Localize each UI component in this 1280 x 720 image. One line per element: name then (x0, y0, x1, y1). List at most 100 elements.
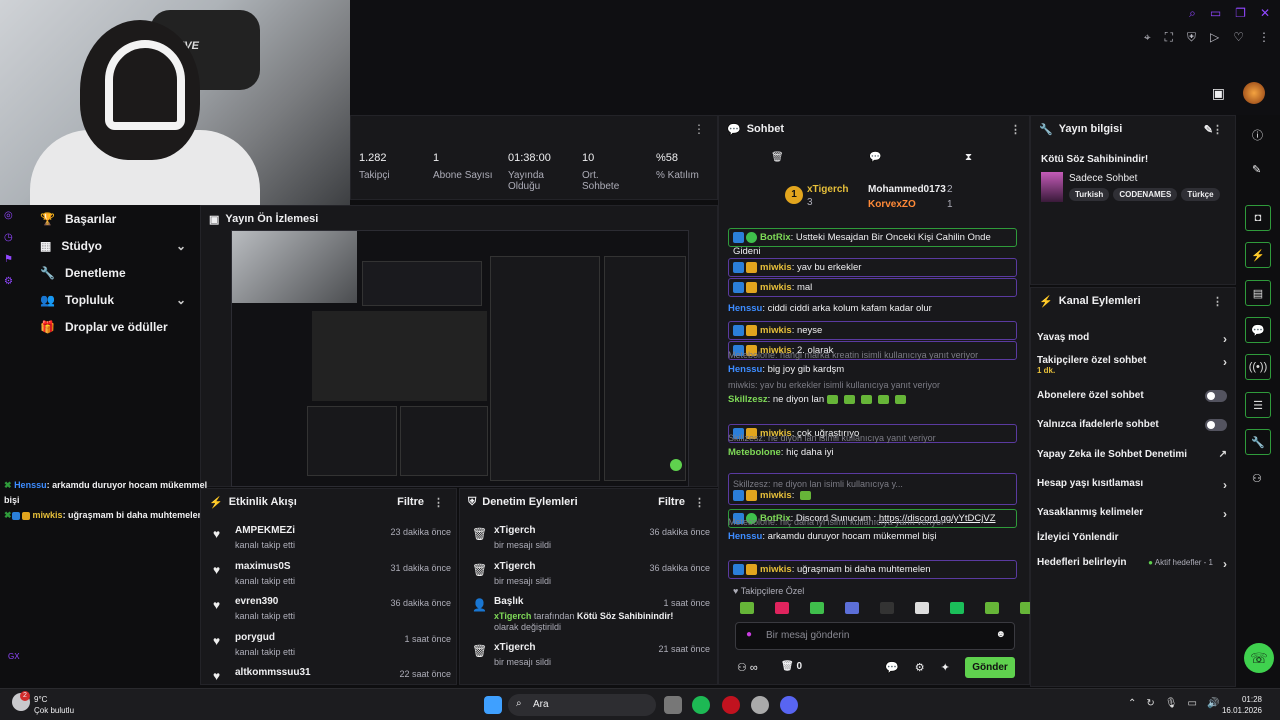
tag[interactable]: CODENAMES (1113, 188, 1178, 201)
category-name[interactable]: Sadece Sohbet (1069, 173, 1137, 184)
feed-user[interactable]: altkommssuu31 (235, 667, 311, 678)
mod-more-icon[interactable]: ⋮ (694, 496, 705, 509)
taskview-icon[interactable] (664, 696, 682, 714)
chat-message[interactable]: Henssu: big joy gib kardşm (728, 363, 1017, 377)
clock[interactable]: 01:28 16.01.2026 (1222, 694, 1262, 716)
leader-first-name[interactable]: xTigerch (807, 184, 849, 195)
restore-icon[interactable]: ❐ (1235, 6, 1246, 20)
search-icon[interactable]: ⌕ (1189, 6, 1196, 20)
chat-message[interactable]: miwkis: (728, 473, 1017, 505)
chat-username[interactable]: BotRix (760, 232, 791, 243)
chat-bubble-icon[interactable]: 💬 (869, 152, 881, 163)
tag[interactable]: Turkish (1069, 188, 1110, 201)
chat-message[interactable]: miwkis: uğraşmam bi daha muhtemelen (728, 560, 1017, 579)
tag[interactable]: Türkçe (1181, 188, 1220, 201)
emote-icon[interactable] (950, 602, 964, 614)
nav-moderation[interactable]: 🔧 Denetleme (28, 259, 200, 286)
points-display[interactable]: 🗑 0 (781, 661, 802, 672)
crop-icon[interactable]: ⛶ (1165, 30, 1173, 45)
chat-icon[interactable]: 💬 (1245, 317, 1271, 343)
actions-more-icon[interactable]: ⋮ (1212, 295, 1223, 308)
info-more-icon[interactable]: ⋮ (1212, 123, 1223, 136)
channel-action[interactable]: İzleyici Yönlendir (1037, 532, 1227, 543)
trash-icon[interactable]: 🗑 (771, 152, 784, 163)
feed-filter-button[interactable]: Filtre (397, 496, 424, 508)
emote-icon[interactable] (740, 602, 754, 614)
play-icon[interactable]: ▷ (1210, 30, 1219, 45)
stream-preview-image[interactable] (231, 230, 689, 487)
wrench-icon[interactable]: 🔧 (1245, 429, 1271, 455)
chat-username[interactable]: Henssu (728, 364, 762, 375)
feed-user[interactable]: AMPEKMEZi (235, 525, 295, 536)
channel-action[interactable]: Yasaklanmış kelimeler › (1037, 507, 1227, 521)
channel-action[interactable]: Yalnızca ifadelerle sohbet (1037, 419, 1227, 431)
feed-more-icon[interactable]: ⋮ (433, 496, 444, 509)
puzzle-icon[interactable]: ✦ (941, 661, 950, 674)
chat-username[interactable]: miwkis (760, 262, 792, 273)
opera-gx-icon[interactable] (722, 696, 740, 714)
display-icon[interactable]: ▭ (1187, 698, 1196, 709)
chat-message[interactable]: Skillzesz: ne diyon lan (728, 393, 1017, 407)
chat-message[interactable]: miwkis: mal (728, 278, 1017, 297)
mic-icon[interactable]: 🎙 (1165, 698, 1178, 709)
nav-achievements[interactable]: 🏆 Başarılar (28, 205, 200, 232)
taskbar-search[interactable]: ⌕ Ara (508, 694, 656, 716)
channel-action[interactable]: Abonelere özel sohbet (1037, 390, 1227, 402)
layout-icon[interactable]: ☰ (1245, 392, 1271, 418)
mod-filter-button[interactable]: Filtre (658, 496, 685, 508)
chat-username[interactable]: Henssu (728, 531, 762, 542)
nav-studio[interactable]: ▦ Stüdyo ⌄ (28, 232, 200, 259)
mod-user[interactable]: xTigerch (494, 642, 536, 653)
channel-action[interactable]: Takipçilere özel sohbet 1 dk. › (1037, 355, 1227, 375)
support-icon[interactable]: ☏ (1244, 643, 1274, 673)
discord-icon[interactable] (780, 696, 798, 714)
category-thumbnail[interactable] (1041, 172, 1063, 202)
chat-message[interactable]: BotRix: Ustteki Mesajdan Bir Onceki Kişi… (728, 228, 1017, 257)
camera-icon[interactable]: ◘ (1245, 205, 1271, 231)
steam-icon[interactable] (751, 696, 769, 714)
broadcast-icon[interactable]: ((•)) (1245, 354, 1271, 380)
avatar[interactable] (1243, 82, 1265, 104)
emote-icon[interactable] (845, 602, 859, 614)
community-icon[interactable]: ⚇ (1252, 472, 1262, 485)
document-icon[interactable]: ▤ (1245, 280, 1271, 306)
leader-second-name[interactable]: Mohammed0173 (868, 184, 946, 195)
minimize-icon[interactable]: ▭ (1210, 6, 1221, 20)
gear-icon[interactable]: ⚙ (915, 661, 925, 674)
emote-icon[interactable] (915, 602, 929, 614)
chat-username[interactable]: miwkis (760, 490, 792, 501)
chat-username[interactable]: Skillzesz (728, 394, 768, 405)
emote-icon[interactable] (985, 602, 999, 614)
chat-message[interactable]: miwkis: yav bu erkekler (728, 258, 1017, 277)
chat-username[interactable]: miwkis (760, 282, 792, 293)
info-icon[interactable]: ⓘ (1252, 127, 1263, 143)
stats-more-icon[interactable]: ⋮ (693, 122, 705, 136)
channel-action[interactable]: Yapay Zeka ile Sohbet Denetimi ↗ (1037, 449, 1227, 460)
heart-icon[interactable]: ♡ (1233, 30, 1244, 45)
bolt-icon[interactable]: ⚡ (1245, 242, 1271, 268)
feed-user[interactable]: evren390 (235, 596, 278, 607)
community-icon[interactable]: ⚇ ∞ (737, 661, 758, 674)
chat-username[interactable]: Metebolone (728, 447, 781, 458)
emote-icon[interactable] (775, 602, 789, 614)
mic-icon[interactable]: ● (746, 629, 752, 640)
chat-username[interactable]: Henssu (728, 303, 762, 314)
toggle-switch[interactable] (1205, 419, 1227, 431)
pencil-icon[interactable]: ✎ (1252, 163, 1261, 176)
chevron-up-icon[interactable]: ⌃ (1128, 698, 1136, 709)
shield-icon[interactable]: ⛨ (1187, 30, 1196, 45)
hourglass-icon[interactable]: ⧗ (965, 152, 972, 163)
emote-icon[interactable] (810, 602, 824, 614)
nav-community[interactable]: 👥 Topluluk ⌄ (28, 286, 200, 313)
vr-icon[interactable]: ▣ (1212, 85, 1225, 102)
nav-drops[interactable]: 🎁 Droplar ve ödüller (28, 313, 200, 340)
chat-username[interactable]: miwkis (760, 564, 792, 575)
sync-icon[interactable]: ↻ (1146, 698, 1154, 709)
chat-input[interactable]: ● Bir mesaj gönderin ☻ (735, 622, 1015, 650)
windows-start-icon[interactable] (484, 696, 502, 714)
spotify-icon[interactable] (692, 696, 710, 714)
mod-user[interactable]: xTigerch (494, 525, 536, 536)
emote-icon[interactable] (880, 602, 894, 614)
more-icon[interactable]: ⋮ (1258, 30, 1270, 45)
weather-widget[interactable]: 9°C Çok bulutlu (34, 694, 74, 716)
